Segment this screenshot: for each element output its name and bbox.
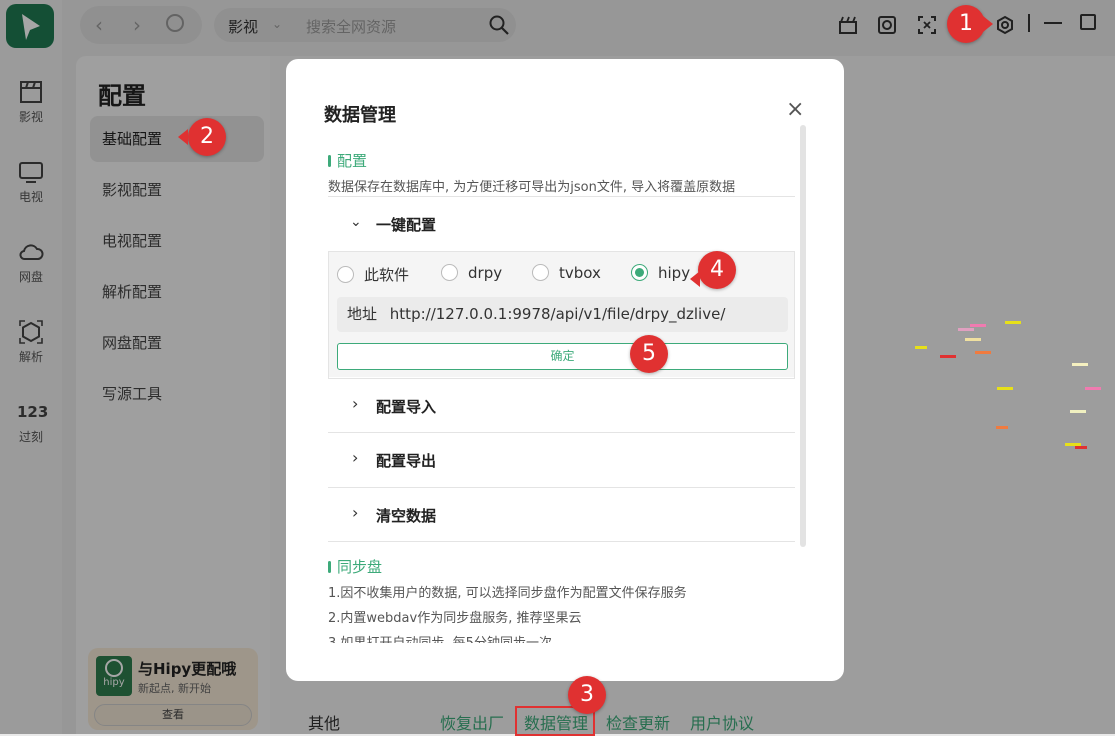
scrollbar-thumb[interactable]	[800, 125, 806, 547]
collapse-header: 清空数据	[376, 507, 437, 525]
sync-line: 2.内置webdav作为同步盘服务, 推荐坚果云	[328, 611, 582, 626]
annotation-badge-5: 5	[630, 335, 668, 373]
section-sync-title: 同步盘	[328, 556, 382, 577]
section-marker	[328, 155, 331, 167]
dialog-title: 数据管理	[324, 105, 396, 126]
radio-icon	[532, 264, 549, 281]
collapse-clear[interactable]: › 清空数据	[328, 487, 795, 541]
radio-icon	[441, 264, 458, 281]
radio-checked-icon	[631, 264, 648, 281]
badge-pointer	[178, 129, 188, 145]
address-label: 地址	[347, 305, 378, 323]
annotation-badge-1: 1	[947, 5, 985, 43]
chevron-down-icon: ⌄	[350, 214, 362, 230]
radio-option-hipy[interactable]: hipy	[631, 264, 690, 282]
collapse-one-click[interactable]: ⌄ 一键配置	[328, 197, 795, 251]
badge-pointer	[983, 16, 993, 32]
section-marker	[328, 561, 331, 573]
radio-option-tvbox[interactable]: tvbox	[532, 264, 601, 282]
sync-line: 1.因不收集用户的数据, 可以选择同步盘作为配置文件保存服务	[328, 586, 687, 601]
sync-line: 3.如果打开自动同步, 每5分钟同步一次	[328, 632, 552, 643]
radio-icon	[337, 266, 354, 283]
close-icon[interactable]: ×	[786, 97, 804, 122]
section-config-desc: 数据保存在数据库中, 为方便迁移可导出为json文件, 导入将覆盖原数据	[328, 180, 736, 195]
chevron-right-icon: ›	[352, 394, 359, 413]
radio-option-this-app[interactable]: 此软件	[337, 264, 409, 285]
collapse-import[interactable]: › 配置导入	[328, 378, 795, 432]
section-config-title: 配置	[328, 150, 367, 171]
collapse-header: 配置导出	[376, 452, 437, 470]
confetti-decoration	[814, 280, 1115, 460]
annotation-badge-2: 2	[188, 118, 226, 156]
annotation-badge-4: 4	[698, 251, 736, 289]
radio-option-drpy[interactable]: drpy	[441, 264, 502, 282]
address-value: http://127.0.0.1:9978/api/v1/file/drpy_d…	[389, 305, 726, 323]
chevron-right-icon: ›	[352, 503, 359, 522]
collapse-header: 一键配置	[376, 216, 437, 234]
annotation-badge-3: 3	[568, 676, 606, 714]
badge-pointer	[690, 271, 700, 287]
confirm-button[interactable]: 确定	[337, 343, 788, 370]
collapse-header: 配置导入	[376, 398, 437, 416]
address-input[interactable]: 地址 http://127.0.0.1:9978/api/v1/file/drp…	[337, 297, 788, 332]
data-manage-dialog: 数据管理 × 配置 数据保存在数据库中, 为方便迁移可导出为json文件, 导入…	[286, 59, 844, 681]
chevron-right-icon: ›	[352, 448, 359, 467]
collapse-export[interactable]: › 配置导出	[328, 432, 795, 487]
